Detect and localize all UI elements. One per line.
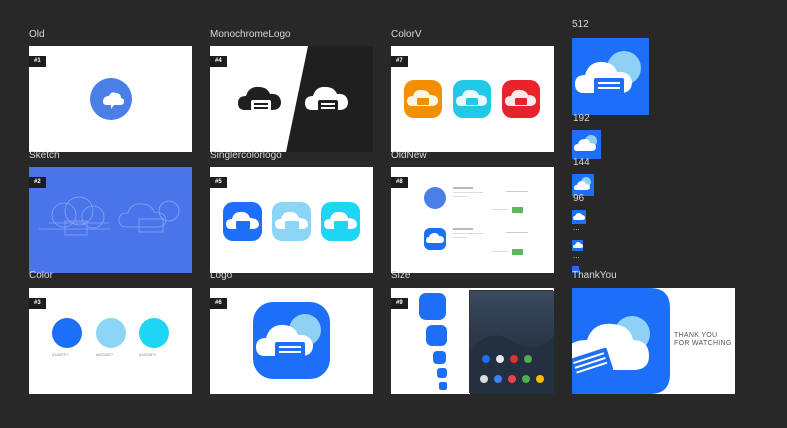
artboard-badge: #1 bbox=[29, 56, 46, 67]
artboard-old[interactable]: #1 bbox=[29, 46, 192, 152]
size-label-144[interactable]: 144 bbox=[573, 157, 590, 169]
store-listing-text-placeholder bbox=[453, 233, 483, 234]
swatch-blue bbox=[52, 318, 82, 348]
new-store-icon bbox=[424, 228, 446, 250]
icon-size-512[interactable] bbox=[572, 38, 649, 115]
app-icon-orange bbox=[404, 80, 442, 118]
artboard-monochrome-logo[interactable]: #4 bbox=[210, 46, 373, 152]
single-color-icon-blue bbox=[223, 202, 262, 241]
swatch-label-light-blue: #8CD5F7 bbox=[96, 352, 114, 357]
artboard-label-colorv[interactable]: ColorV bbox=[391, 29, 422, 41]
size-preview-xsmall bbox=[437, 368, 447, 378]
artboard-label-monochrome[interactable]: MonochromeLogo bbox=[210, 29, 291, 41]
swatch-label-blue: #1E6FF7 bbox=[52, 352, 69, 357]
artboard-oldnew[interactable]: #8 bbox=[391, 167, 554, 273]
size-preview-xxsmall bbox=[439, 382, 447, 390]
store-listing-text-placeholder bbox=[453, 237, 467, 238]
size-label-96[interactable]: 96 bbox=[573, 193, 584, 205]
thankyou-line-2: FOR WATCHING bbox=[674, 340, 732, 347]
artboard-label-sketch[interactable]: Sketch bbox=[29, 150, 60, 162]
cloud-logo-dark-icon bbox=[238, 86, 281, 111]
store-listing-title-placeholder bbox=[453, 187, 473, 189]
artboard-size[interactable]: #9 bbox=[391, 288, 554, 394]
store-listing-title-placeholder bbox=[453, 228, 473, 230]
store-listing-text-placeholder bbox=[453, 192, 483, 193]
main-logo-tile bbox=[253, 302, 330, 379]
artboard-label-color[interactable]: Color bbox=[29, 270, 53, 282]
phone-homescreen-preview bbox=[469, 290, 554, 394]
design-canvas[interactable]: Old #1 MonochromeLogo #4 ColorV #7 512 1… bbox=[0, 0, 787, 428]
sketch-construction-lines bbox=[39, 196, 180, 236]
cloud-icon bbox=[275, 211, 308, 229]
artboard-badge: #3 bbox=[29, 298, 46, 309]
artboard-color[interactable]: #3 #1E6FF7 #8CD5F7 #1ED5F4 bbox=[29, 288, 192, 394]
artboard-thankyou[interactable]: THANK YOU FOR WATCHING bbox=[572, 288, 735, 394]
install-button-old bbox=[512, 207, 523, 213]
swatch-label-cyan: #1ED5F4 bbox=[139, 352, 156, 357]
size-preview-small bbox=[433, 351, 446, 364]
cloud-icon bbox=[226, 211, 259, 229]
cloud-icon bbox=[505, 89, 536, 106]
install-button-new bbox=[512, 249, 523, 255]
cloud-bubble-icon bbox=[103, 92, 125, 109]
cloud-icon bbox=[456, 89, 487, 106]
store-meta-placeholder bbox=[491, 209, 509, 210]
artboard-singlercolorlogo[interactable]: #5 bbox=[210, 167, 373, 273]
artboard-label-thankyou[interactable]: ThankYou bbox=[572, 270, 617, 282]
artboard-badge: #4 bbox=[210, 56, 227, 67]
store-rating-placeholder bbox=[506, 191, 528, 192]
cloud-chat-logo-icon bbox=[574, 135, 597, 151]
artboard-logo[interactable]: #6 bbox=[210, 288, 373, 394]
artboard-label-logo[interactable]: Logo bbox=[210, 270, 232, 282]
artboard-colorv[interactable]: #7 bbox=[391, 46, 554, 152]
size-label-dots-1[interactable]: ... bbox=[573, 222, 580, 234]
icon-size-192[interactable] bbox=[572, 130, 601, 159]
artboard-badge: #7 bbox=[391, 56, 408, 67]
cloud-chat-logo-icon bbox=[575, 51, 641, 96]
artboard-badge: #5 bbox=[210, 177, 227, 188]
cloud-chat-logo-icon bbox=[256, 314, 321, 365]
artboard-sketch[interactable]: #2 bbox=[29, 167, 192, 273]
old-logo-circle bbox=[90, 78, 132, 120]
size-label-dots-2[interactable]: ... bbox=[573, 250, 580, 262]
cloud-icon bbox=[324, 211, 357, 229]
cloud-icon bbox=[426, 233, 444, 243]
size-label-192[interactable]: 192 bbox=[573, 113, 590, 125]
size-preview-large bbox=[419, 293, 446, 320]
thankyou-line-1: THANK YOU bbox=[674, 332, 718, 339]
size-preview-medium bbox=[426, 325, 447, 346]
app-icon-cyan bbox=[453, 80, 491, 118]
single-color-icon-light bbox=[272, 202, 311, 241]
cloud-icon bbox=[407, 89, 438, 106]
phone-homescreen-graphic bbox=[470, 291, 554, 394]
artboard-badge: #9 bbox=[391, 298, 408, 309]
size-label-512[interactable]: 512 bbox=[572, 19, 589, 31]
artboard-label-oldnew[interactable]: OldNew bbox=[391, 150, 427, 162]
swatch-light-blue bbox=[96, 318, 126, 348]
artboard-badge: #6 bbox=[210, 298, 227, 309]
artboard-label-old[interactable]: Old bbox=[29, 29, 45, 41]
artboard-label-singlecolor[interactable]: Singlercolorlogo bbox=[210, 150, 282, 162]
store-listing-text-placeholder bbox=[453, 196, 467, 197]
swatch-cyan bbox=[139, 318, 169, 348]
cloud-logo-light-icon bbox=[305, 86, 348, 111]
old-store-icon bbox=[424, 187, 446, 209]
store-rating-placeholder bbox=[506, 232, 528, 233]
artboard-label-size[interactable]: Size bbox=[391, 270, 410, 282]
artboard-badge: #8 bbox=[391, 177, 408, 188]
thankyou-text: THANK YOU FOR WATCHING bbox=[674, 332, 732, 348]
store-meta-placeholder bbox=[491, 251, 509, 252]
single-color-icon-cyan bbox=[321, 202, 360, 241]
app-icon-red bbox=[502, 80, 540, 118]
